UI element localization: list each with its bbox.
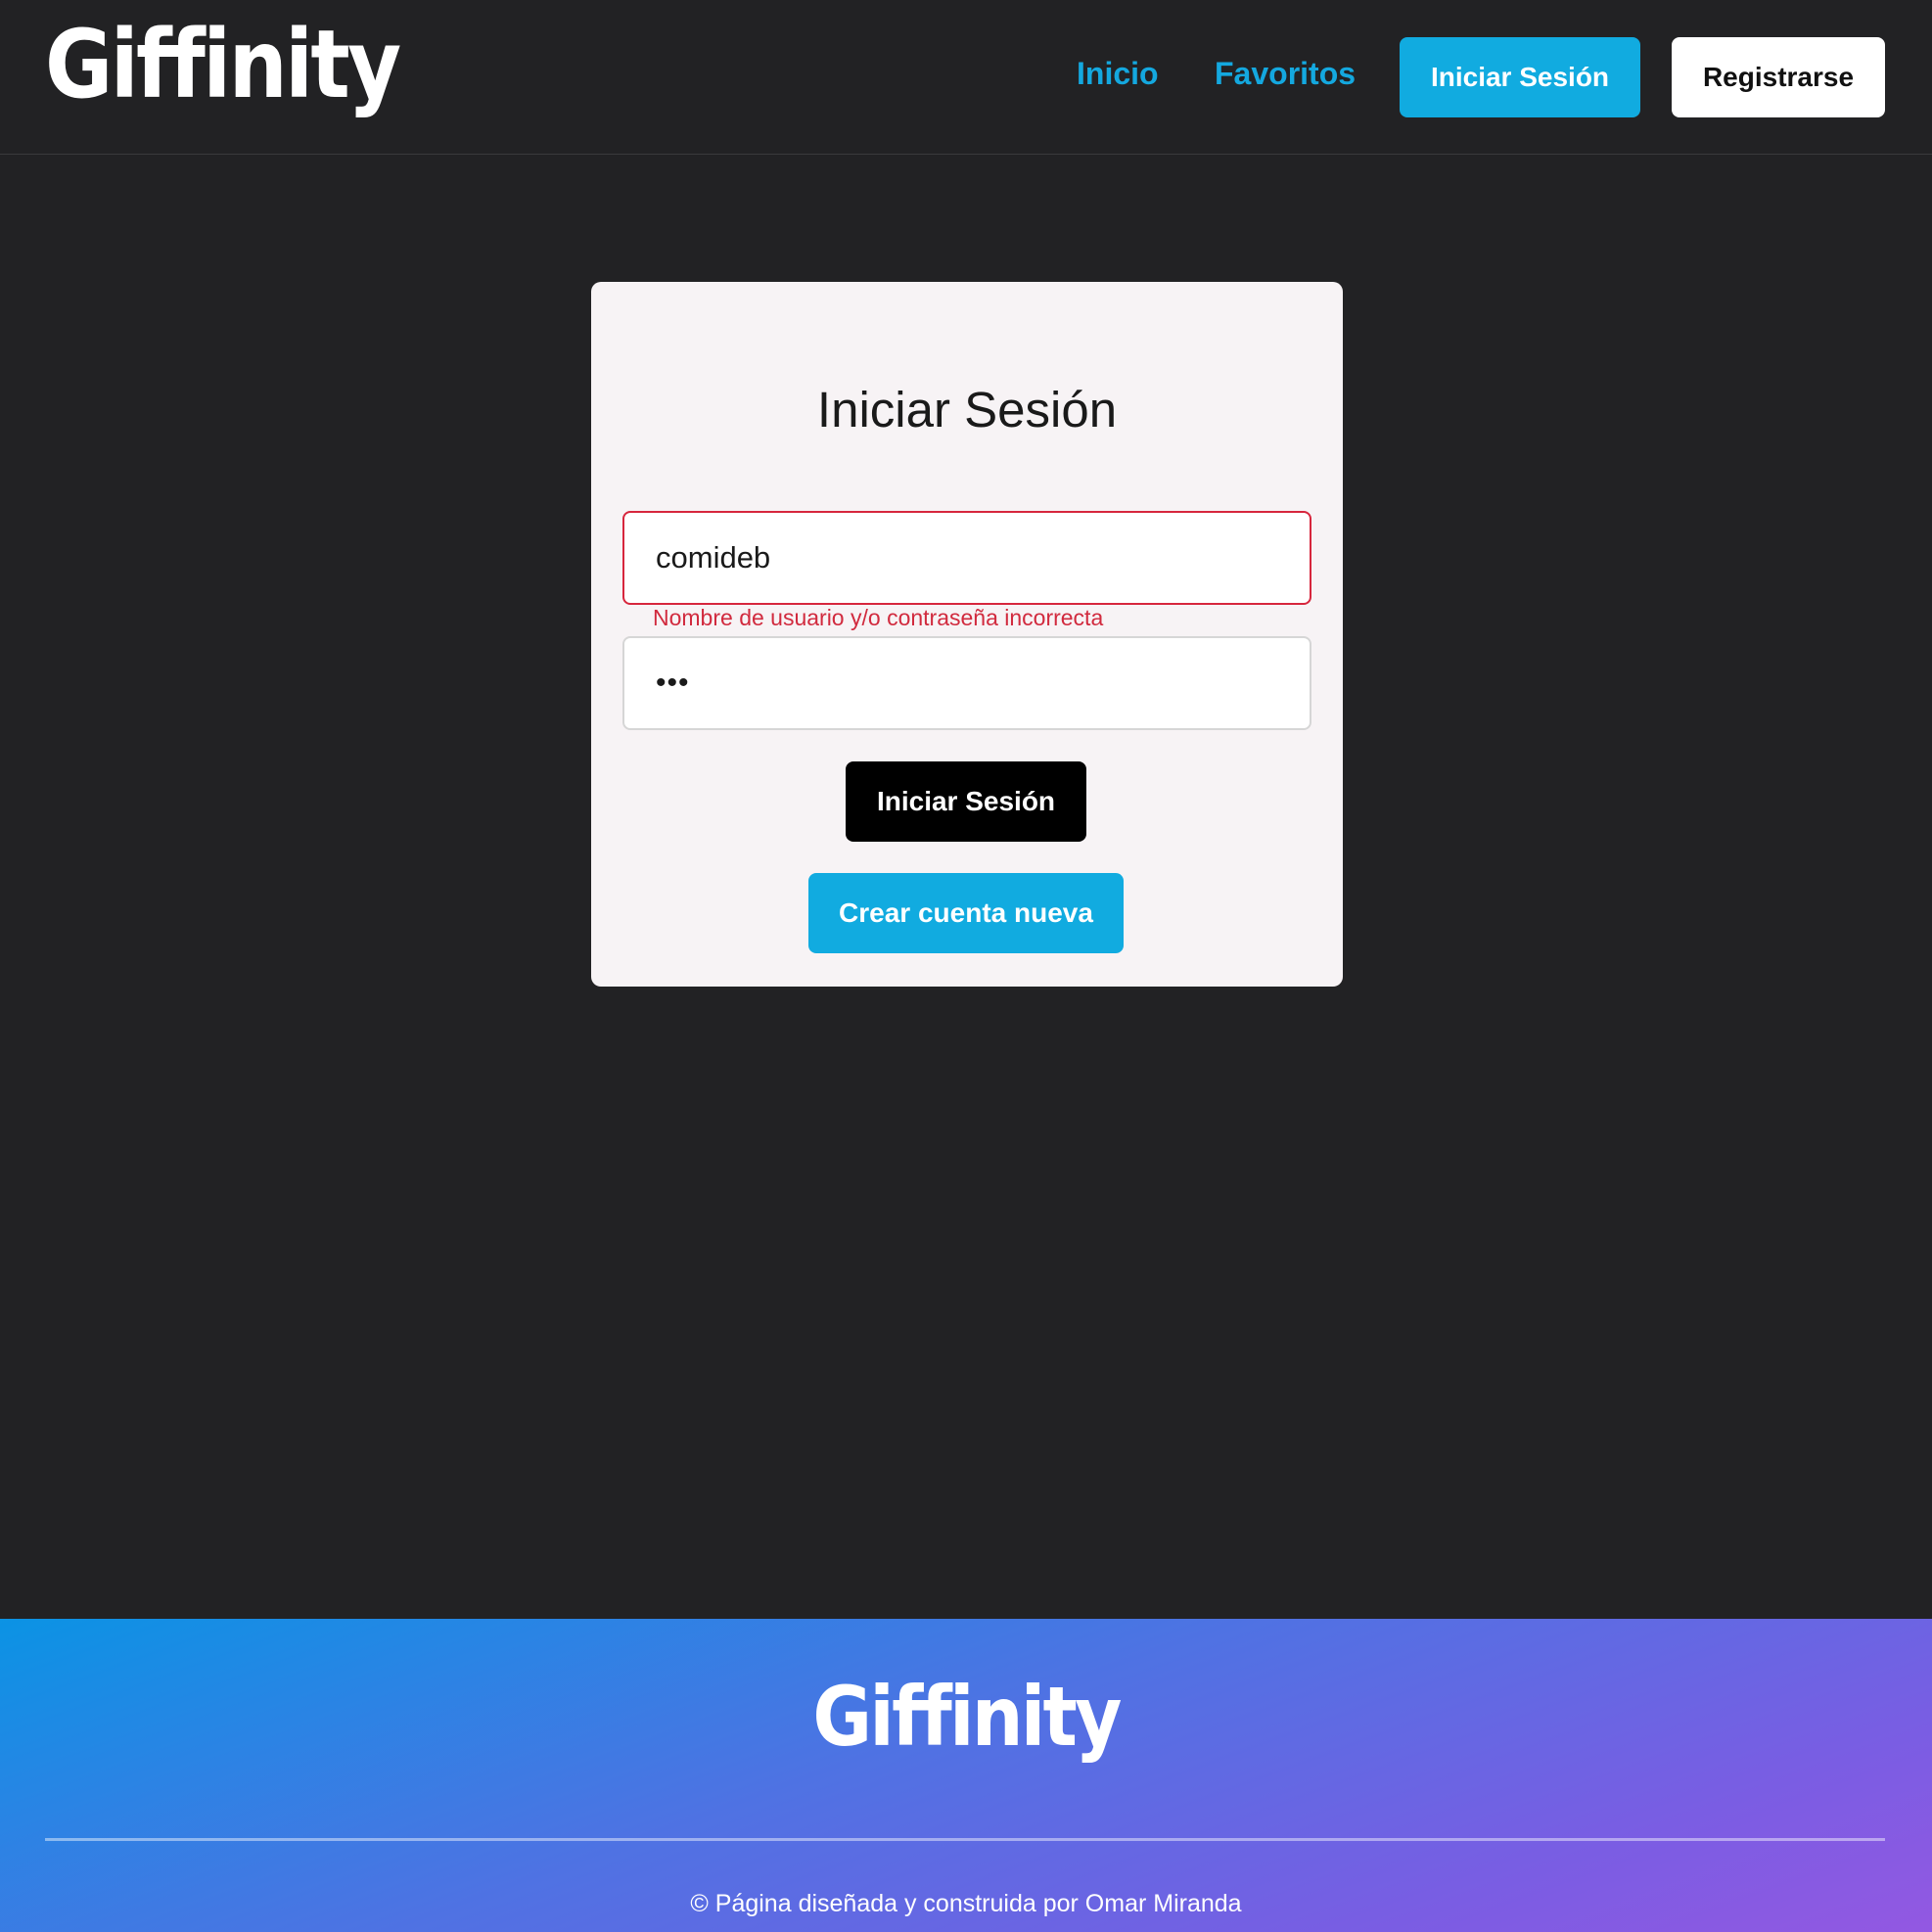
username-value: comideb — [656, 540, 771, 575]
login-submit-button[interactable]: Iniciar Sesión — [846, 761, 1086, 842]
site-header: Giffinity Inicio Favoritos Iniciar Sesió… — [0, 0, 1932, 155]
login-title: Iniciar Sesión — [816, 382, 1118, 437]
password-input[interactable]: ••• — [622, 636, 1311, 730]
login-card: Iniciar Sesión comideb Nombre de usuario… — [591, 282, 1343, 987]
create-account-button[interactable]: Crear cuenta nueva — [808, 873, 1124, 953]
footer-logo: Giffinity — [0, 1668, 1932, 1767]
footer-copyright: © Página diseñada y construida por Omar … — [690, 1890, 1242, 1917]
header-register-button[interactable]: Registrarse — [1672, 37, 1885, 117]
brand-logo[interactable]: Giffinity — [45, 13, 401, 117]
footer-logo-text: Giffinity — [812, 1669, 1122, 1765]
site-footer: Giffinity © Página diseñada y construida… — [0, 1619, 1932, 1932]
password-masked-value: ••• — [656, 667, 690, 699]
nav-link-favoritos[interactable]: Favoritos — [1215, 55, 1356, 92]
login-error-message: Nombre de usuario y/o contraseña incorre… — [653, 605, 1104, 630]
username-input[interactable]: comideb — [622, 511, 1311, 605]
nav-link-inicio[interactable]: Inicio — [1077, 55, 1159, 92]
footer-divider — [45, 1838, 1885, 1841]
header-login-button[interactable]: Iniciar Sesión — [1400, 37, 1640, 117]
